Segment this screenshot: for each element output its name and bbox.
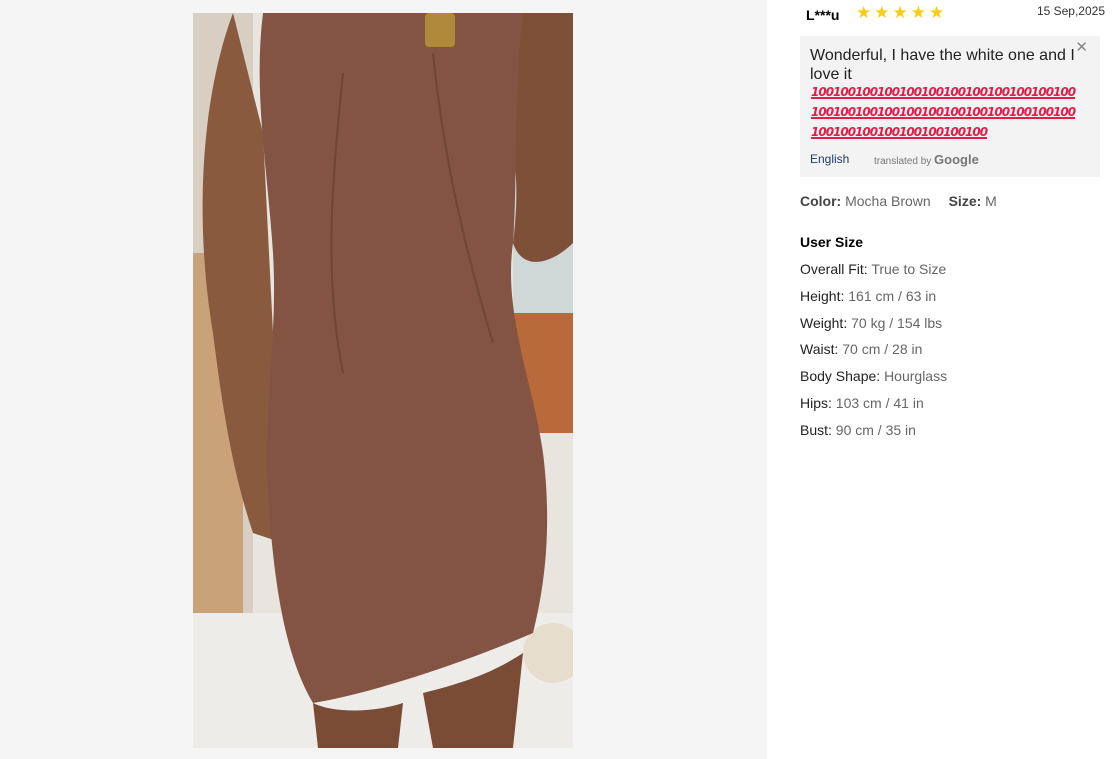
hundred-points-emoji-icon: 100 — [921, 85, 944, 99]
star-rating: ★ ★ ★ ★ ★ — [856, 4, 944, 22]
hundred-points-emoji-icon: 100 — [965, 105, 988, 119]
size-item-value: True to Size — [871, 261, 947, 277]
review-content-box: ✕ Wonderful, I have the white one and I … — [800, 36, 1100, 177]
color-label: Color: — [800, 193, 842, 209]
size-item-label: Body Shape: — [800, 368, 881, 385]
hundred-points-emoji-icon: 100 — [1053, 105, 1076, 119]
hundred-points-emoji-group: 100 100 100 100 100 100 100 100 100 100 100 100 100 1… — [811, 85, 1083, 145]
hundred-points-emoji-icon: 100 — [1031, 85, 1054, 99]
hundred-points-emoji-icon: 100 — [899, 105, 922, 119]
translated-by-text: translated by — [874, 156, 932, 167]
size-item-overall-fit: Overall Fit: True to Size — [800, 261, 947, 288]
size-value: M — [985, 193, 997, 209]
size-item-weight: Weight: 70 kg / 154 lbs — [800, 315, 947, 342]
hundred-points-emoji-icon: 100 — [811, 85, 834, 99]
size-item-value: Hourglass — [884, 368, 948, 385]
star-icon: ★ — [892, 3, 908, 22]
size-item-hips: Hips: 103 cm / 41 in — [800, 395, 947, 422]
hundred-points-emoji-icon: 100 — [965, 125, 988, 139]
size-item-value: 70 cm / 28 in — [842, 341, 923, 358]
size-item-value: 103 cm / 41 in — [835, 394, 924, 411]
user-size-list: Overall Fit: True to Size Height: 161 cm… — [800, 261, 947, 449]
color-value: Mocha Brown — [845, 193, 931, 209]
hundred-points-emoji-icon: 100 — [921, 125, 944, 139]
hundred-points-emoji-icon: 100 — [833, 125, 856, 139]
size-item-value: 70 kg / 154 lbs — [851, 314, 943, 331]
language-link[interactable]: English — [810, 152, 849, 166]
size-item-height: Height: 161 cm / 63 in — [800, 288, 947, 315]
hundred-points-emoji-icon: 100 — [899, 85, 922, 99]
review-text: Wonderful, I have the white one and I lo… — [810, 47, 1075, 83]
star-icon: ★ — [874, 3, 890, 22]
hundred-points-emoji-icon: 100 — [987, 85, 1010, 99]
review-panel: L***u ★ ★ ★ ★ ★ 15 Sep,2025 ✕ Wonderful,… — [800, 0, 1105, 759]
hundred-points-emoji-icon: 100 — [811, 105, 834, 119]
hundred-points-emoji-icon: 100 — [877, 105, 900, 119]
size-item-label: Overall Fit: — [800, 261, 868, 277]
hundred-points-emoji-icon: 100 — [1009, 105, 1032, 119]
hundred-points-emoji-icon: 100 — [921, 105, 944, 119]
image-viewer — [0, 0, 767, 759]
star-icon: ★ — [929, 3, 945, 22]
size-label: Size: — [948, 193, 982, 209]
google-logo: Google — [934, 152, 979, 167]
hundred-points-emoji-icon: 100 — [833, 85, 856, 99]
hundred-points-emoji-icon: 100 — [943, 85, 966, 99]
size-item-label: Hips: — [800, 394, 832, 411]
size-item-value: 161 cm / 63 in — [848, 287, 937, 304]
user-size-title: User Size — [800, 234, 864, 250]
size-item-bust: Bust: 90 cm / 35 in — [800, 422, 947, 449]
star-icon: ★ — [910, 3, 926, 22]
hundred-points-emoji-icon: 100 — [855, 105, 878, 119]
hundred-points-emoji-icon: 100 — [965, 85, 988, 99]
translation-credit: translated by Google — [874, 152, 979, 167]
hundred-points-emoji-icon: 100 — [1053, 85, 1076, 99]
hundred-points-emoji-icon: 100 — [877, 85, 900, 99]
hundred-points-emoji-icon: 100 — [833, 105, 856, 119]
size-item-label: Waist: — [800, 341, 839, 358]
hundred-points-emoji-icon: 100 — [1031, 105, 1054, 119]
hundred-points-emoji-icon: 100 — [899, 125, 922, 139]
size-item-label: Weight: — [800, 314, 848, 331]
hundred-points-emoji-icon: 100 — [943, 125, 966, 139]
reviewer-name: L***u — [806, 7, 840, 23]
hundred-points-emoji-icon: 100 — [855, 125, 878, 139]
size-item-value: 90 cm / 35 in — [835, 421, 916, 438]
hundred-points-emoji-icon: 100 — [943, 105, 966, 119]
hundred-points-emoji-icon: 100 — [877, 125, 900, 139]
size-item-body-shape: Body Shape: Hourglass — [800, 368, 947, 395]
reviewer-row: L***u ★ ★ ★ ★ ★ 15 Sep,2025 — [806, 4, 1105, 24]
review-photo-image — [193, 13, 573, 748]
hundred-points-emoji-icon: 100 — [987, 105, 1010, 119]
size-item-label: Bust: — [800, 421, 832, 438]
review-photo[interactable] — [193, 13, 573, 748]
size-item-label: Height: — [800, 287, 845, 304]
review-date: 15 Sep,2025 — [1036, 4, 1105, 18]
size-item-waist: Waist: 70 cm / 28 in — [800, 341, 947, 368]
star-icon: ★ — [856, 3, 872, 22]
hundred-points-emoji-icon: 100 — [855, 85, 878, 99]
product-attributes: Color: Mocha Brown Size: M — [800, 193, 997, 209]
hundred-points-emoji-icon: 100 — [811, 125, 834, 139]
hundred-points-emoji-icon: 100 — [1009, 85, 1032, 99]
